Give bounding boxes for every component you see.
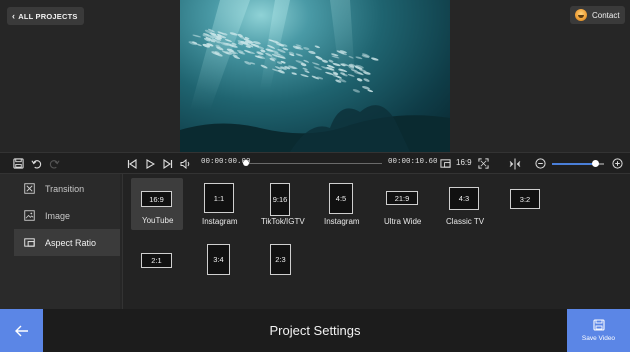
save-video-button[interactable]: Save Video [567,309,630,352]
ratio-option-2-1[interactable]: 2:1 [131,241,183,293]
ratio-label: TikTok/IGTV [261,217,305,226]
ratio-option-16-9[interactable]: 16:9 YouTube [131,178,183,230]
sidebar-item-image[interactable]: Image [14,202,120,229]
save-video-label: Save Video [581,335,616,342]
all-projects-label: ALL PROJECTS [18,11,78,21]
skip-forward-icon[interactable] [161,157,174,170]
aspect-ratio-grid: 16:9 YouTube 1:1 Instagram 9:16 TikTok/I… [122,174,630,309]
timeline-toolbar: 00:00:00.00 00:00:10.60 16:9 [0,152,630,174]
sidebar-item-aspect-ratio[interactable]: Aspect Ratio [14,229,120,256]
zoom-slider-handle[interactable] [592,160,599,167]
ratio-label: Instagram [324,217,360,226]
chevron-left-icon: ‹ [12,10,16,21]
split-icon[interactable] [508,157,521,170]
ratio-option-9-16[interactable]: 9:16 TikTok/IGTV [254,178,306,230]
ratio-option-2-3[interactable]: 2:3 [254,241,306,293]
all-projects-button[interactable]: ‹ ALL PROJECTS [7,7,84,25]
ratio-preview-box: 1:1 [204,183,234,213]
zoom-slider-fill[interactable] [552,163,596,165]
sidebar-item-label: Image [45,210,71,221]
preview-area: ‹ ALL PROJECTS Contact [0,0,630,152]
ratio-option-1-1[interactable]: 1:1 Instagram [193,178,245,230]
transition-icon [23,183,35,195]
redo-icon[interactable] [48,157,61,170]
contact-label: Contact [592,10,620,20]
fullscreen-icon[interactable] [477,157,490,170]
ratio-preview-box: 3:4 [207,244,230,275]
back-button[interactable] [0,309,43,352]
sidebar-item-transition[interactable]: Transition [14,175,120,202]
ratio-option-3-4[interactable]: 3:4 [193,241,245,293]
aspect-ratio-icon [23,237,35,249]
save-project-icon[interactable] [12,157,25,170]
play-icon[interactable] [143,157,156,170]
zoom-out-icon[interactable] [534,157,547,170]
current-ratio-label: 16:9 [456,158,472,167]
zoom-in-icon[interactable] [611,157,624,170]
ratio-preview-box: 3:2 [510,189,540,209]
total-time: 00:00:10.60 [388,158,438,166]
ratio-preview-box: 16:9 [141,191,172,207]
ratio-option-4-3[interactable]: 4:3 Classic TV [437,178,489,230]
ratio-label: YouTube [142,216,174,225]
video-frame-image [180,0,450,152]
undo-icon[interactable] [30,157,43,170]
ratio-option-21-9[interactable]: 21:9 Ultra Wide [376,178,428,230]
arrow-left-icon [14,325,28,336]
ratio-label: Instagram [202,217,238,226]
ratio-preview-box: 4:5 [329,183,353,214]
ratio-option-4-5[interactable]: 4:5 Instagram [315,178,367,230]
aspect-ratio-icon[interactable] [439,157,452,170]
ratio-label: Classic TV [446,217,485,226]
ratio-preview-box: 9:16 [270,183,290,216]
ratio-preview-box: 4:3 [449,187,479,210]
seek-handle[interactable] [243,160,249,166]
ratio-preview-box: 2:1 [141,253,172,268]
skip-back-icon[interactable] [125,157,138,170]
ratio-preview-box: 2:3 [270,244,291,275]
bottom-bar [0,309,630,352]
seek-track[interactable] [246,163,382,164]
image-icon [23,210,35,222]
video-preview[interactable] [180,0,450,152]
contact-button[interactable]: Contact [570,6,625,24]
volume-icon[interactable] [179,157,192,170]
settings-sidebar: Transition Image Aspect Ratio [0,174,120,309]
ratio-preview-box: 21:9 [386,191,418,205]
ratio-option-3-2[interactable]: 3:2 [499,178,551,230]
sidebar-item-label: Aspect Ratio [45,237,97,248]
save-icon [592,319,605,331]
avatar [575,9,587,21]
sidebar-item-label: Transition [45,183,85,194]
ratio-label: Ultra Wide [384,217,422,226]
